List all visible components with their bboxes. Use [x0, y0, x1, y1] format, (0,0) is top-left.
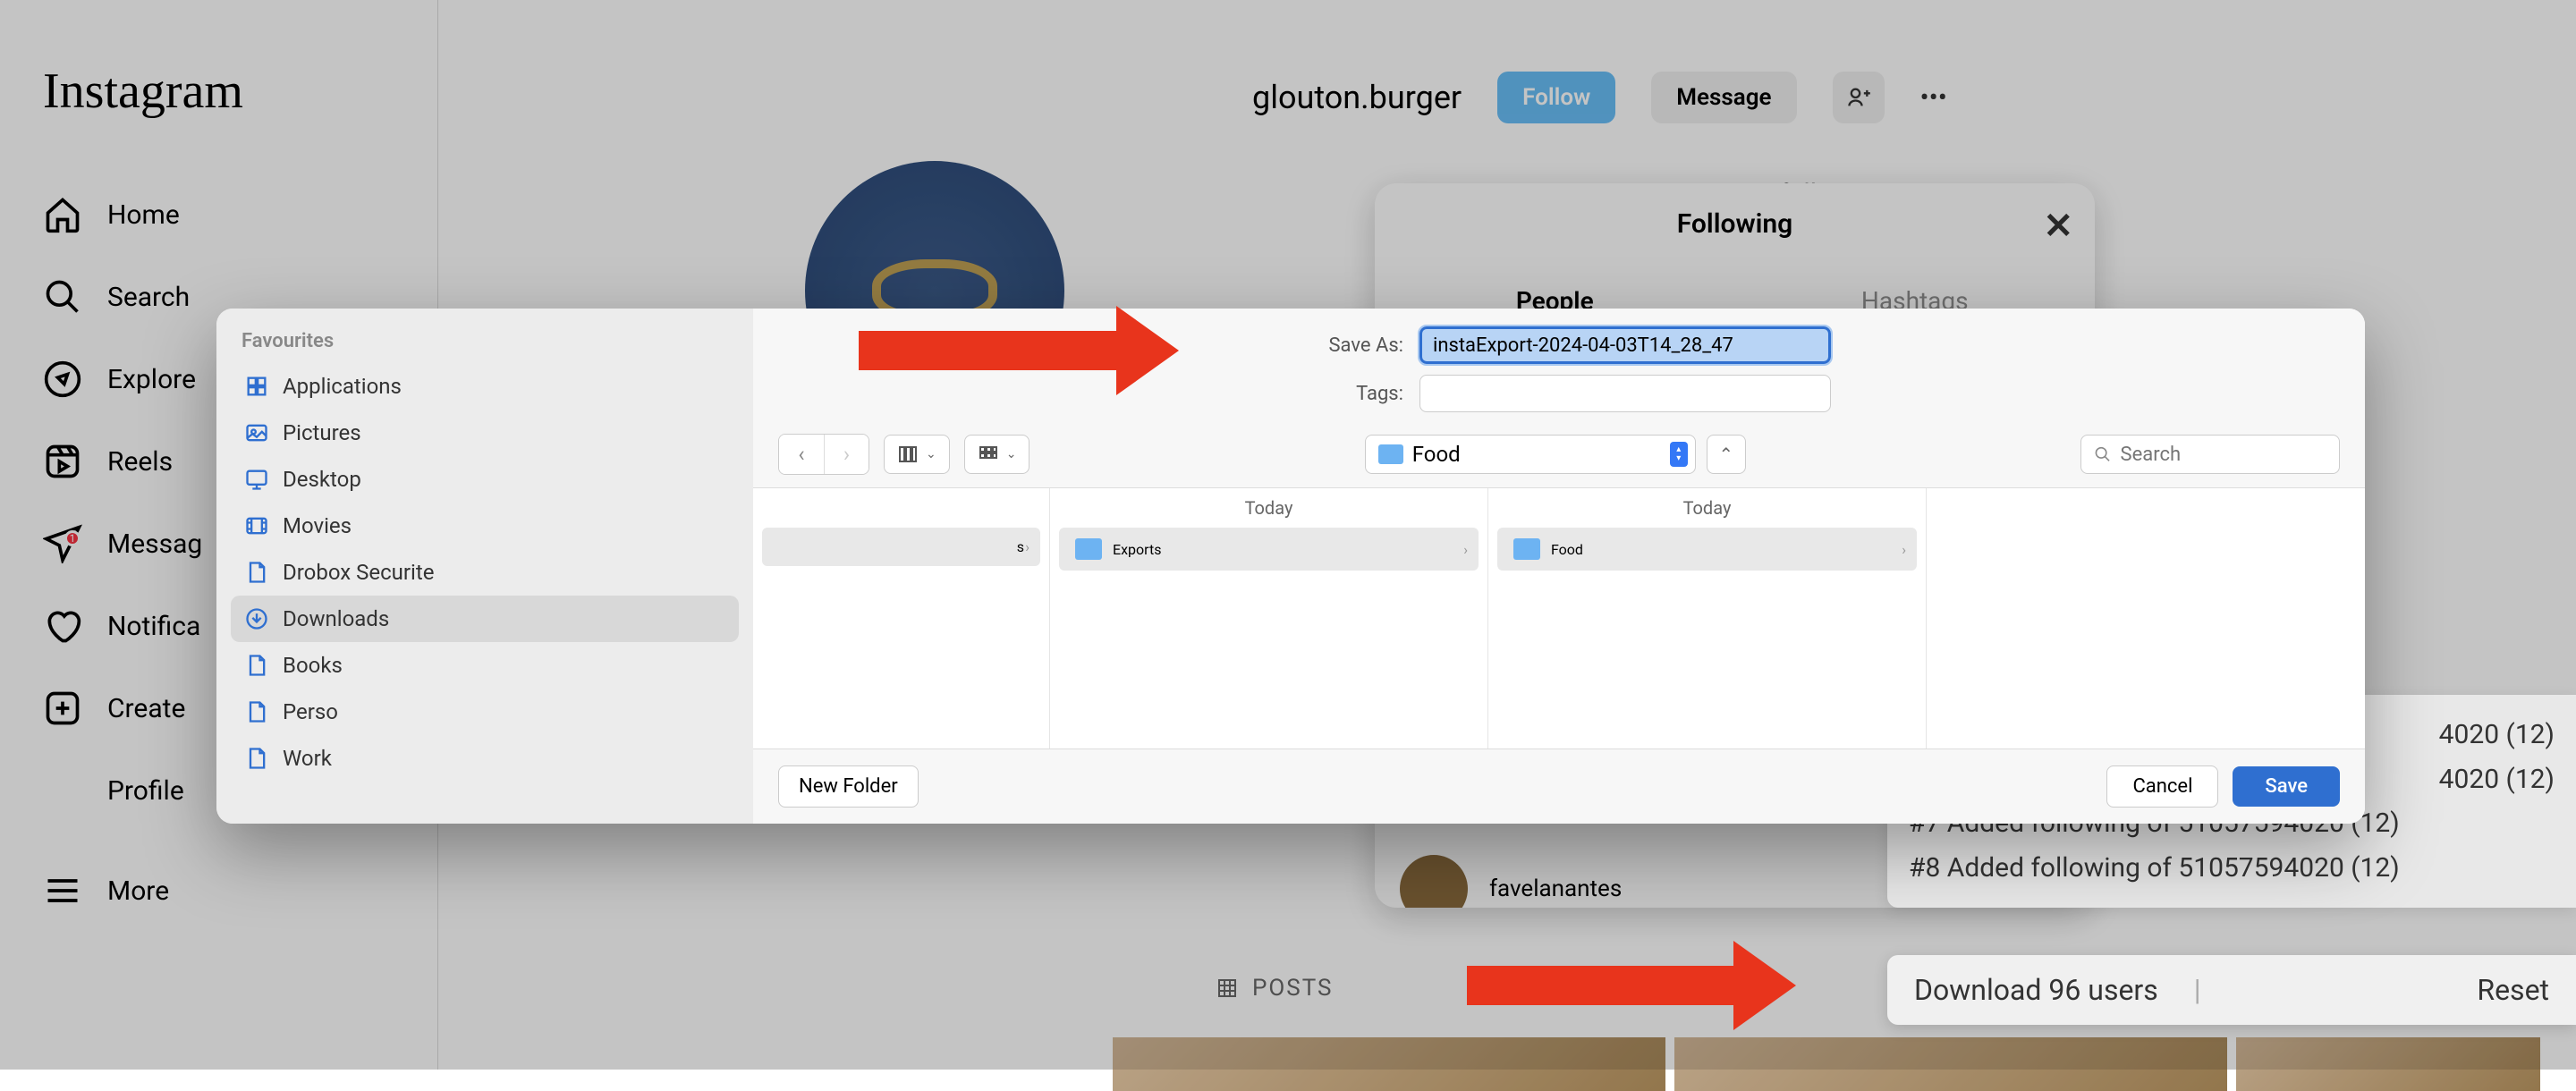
search-field[interactable] — [2080, 435, 2340, 474]
sidebar-perso[interactable]: Perso — [231, 689, 739, 735]
sidebar-desktop[interactable]: Desktop — [231, 456, 739, 503]
pictures-icon — [243, 419, 270, 446]
finder-column: Today Exports› — [1050, 488, 1488, 748]
download-users-button[interactable]: Download 96 users — [1914, 973, 2158, 1007]
chevron-right-icon: › — [1902, 541, 1906, 558]
file-icon — [243, 698, 270, 725]
file-icon — [243, 559, 270, 586]
cancel-button[interactable]: Cancel — [2106, 765, 2218, 808]
folder-icon — [1378, 444, 1403, 464]
save-as-label: Save As: — [1287, 334, 1403, 357]
finder-columns: s› Today Exports› Today Food› — [753, 488, 2365, 748]
extension-action-bar: Download 96 users | Reset — [1887, 955, 2576, 1025]
file-icon — [243, 652, 270, 679]
folder-icon — [1075, 538, 1102, 560]
sidebar-movies[interactable]: Movies — [231, 503, 739, 549]
applications-icon — [243, 373, 270, 400]
save-dialog-toolbar: ‹ › ⌄ ⌄ Food ▴▾ ⌃ — [753, 421, 2365, 488]
log-line: #8 Added following of 51057594020 (12) — [1909, 846, 2555, 891]
downloads-icon — [243, 605, 270, 632]
group-button[interactable]: ⌄ — [964, 435, 1030, 474]
finder-column: s› — [753, 488, 1050, 748]
chevron-right-icon: › — [1463, 541, 1468, 558]
folder-row[interactable]: Food› — [1497, 528, 1917, 571]
folder-icon — [1513, 538, 1540, 560]
annotation-arrow — [1467, 966, 1807, 1005]
reset-button[interactable]: Reset — [2477, 973, 2549, 1007]
file-icon — [243, 745, 270, 772]
save-button[interactable]: Save — [2233, 766, 2340, 807]
finder-column — [1927, 488, 2365, 748]
view-mode-button[interactable]: ⌄ — [884, 435, 950, 474]
chevron-updown-icon: ▴▾ — [1670, 442, 1688, 467]
back-button[interactable]: ‹ — [779, 435, 824, 474]
movies-icon — [243, 512, 270, 539]
sidebar-downloads[interactable]: Downloads — [231, 596, 739, 642]
up-folder-button[interactable]: ⌃ — [1707, 435, 1746, 474]
sidebar-dropbox[interactable]: Drobox Securite — [231, 549, 739, 596]
annotation-arrow — [859, 331, 1181, 370]
folder-row[interactable]: s› — [762, 528, 1040, 566]
save-dialog-sidebar: Favourites Applications Pictures Desktop… — [216, 309, 753, 824]
save-dialog-footer: New Folder Cancel Save — [753, 748, 2365, 824]
forward-button[interactable]: › — [824, 435, 869, 474]
save-dialog: Favourites Applications Pictures Desktop… — [216, 309, 2365, 824]
tags-input[interactable] — [1419, 375, 1831, 412]
sidebar-pictures[interactable]: Pictures — [231, 410, 739, 456]
favourites-label: Favourites — [231, 323, 739, 363]
search-icon — [2094, 444, 2112, 464]
new-folder-button[interactable]: New Folder — [778, 765, 919, 808]
desktop-icon — [243, 466, 270, 493]
location-dropdown[interactable]: Food ▴▾ — [1365, 435, 1696, 474]
save-dialog-main: Save As: Tags: ‹ › ⌄ ⌄ Food ▴▾ ⌃ — [753, 309, 2365, 824]
sidebar-books[interactable]: Books — [231, 642, 739, 689]
sidebar-work[interactable]: Work — [231, 735, 739, 782]
finder-column: Today Food› — [1488, 488, 1927, 748]
save-as-input[interactable] — [1419, 326, 1831, 364]
sidebar-applications[interactable]: Applications — [231, 363, 739, 410]
chevron-right-icon: › — [1025, 538, 1030, 555]
tags-label: Tags: — [1287, 383, 1403, 405]
folder-row[interactable]: Exports› — [1059, 528, 1479, 571]
